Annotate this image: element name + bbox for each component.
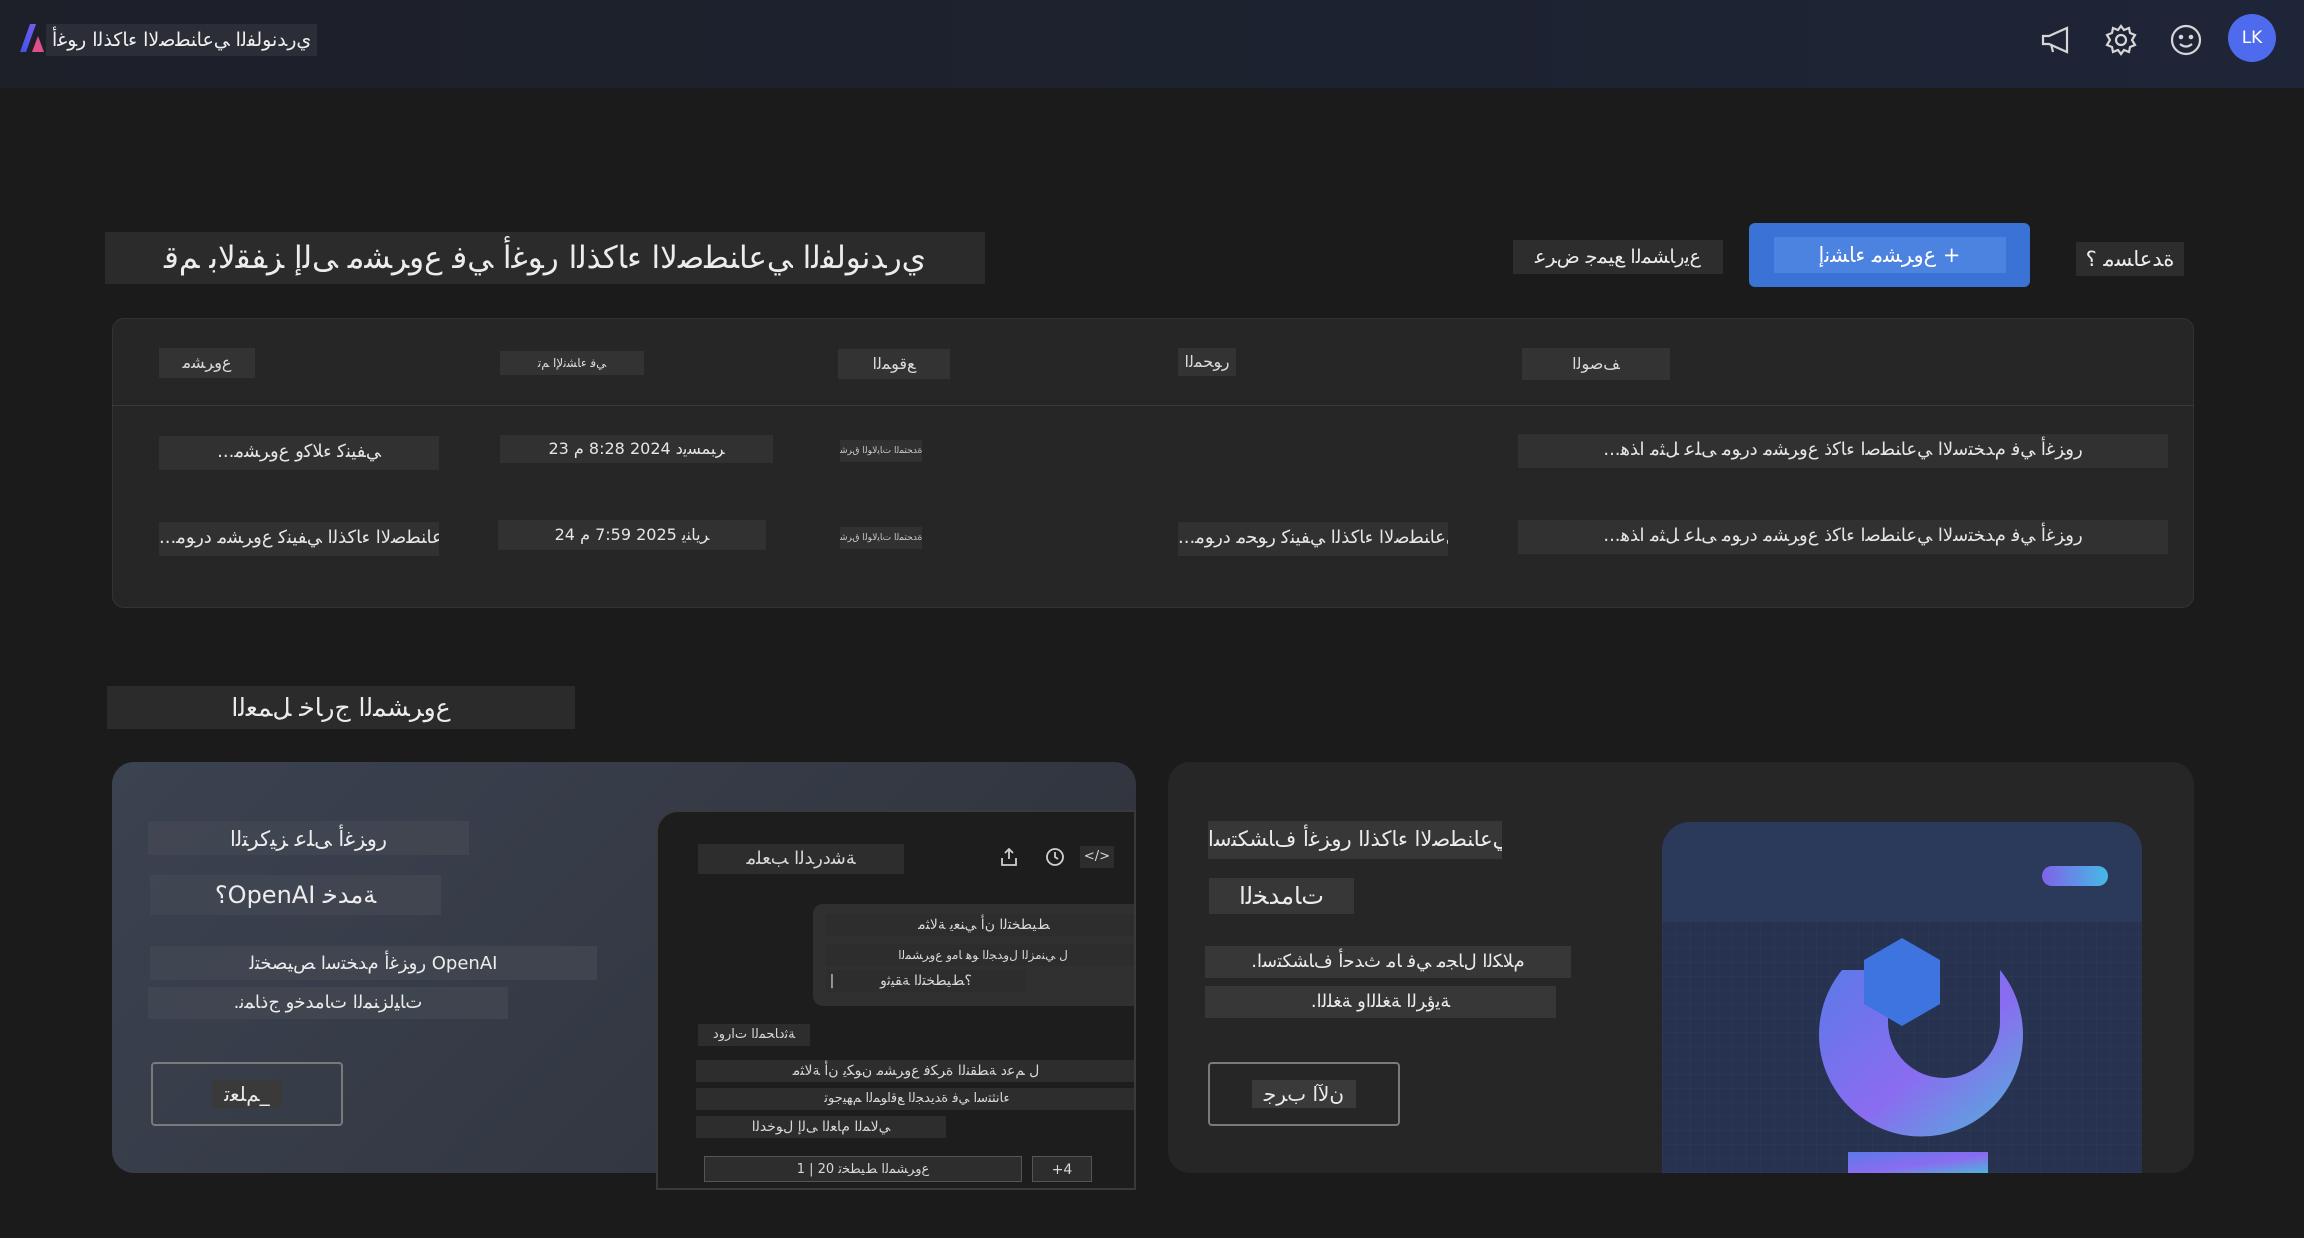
text-cursor: |: [829, 973, 835, 989]
list-item[interactable]: ﻲﻟﺎﻤﻟﺍ ﻡﺎﻌﻟﺍ ﻰﻟﺇ ﻝﻮﺧﺪﻟﺍ: [696, 1116, 946, 1138]
playground-preview: ﺔﺷﺩﺭﺪﻟﺍ ﺐﻌﻠﻣ </> ﻂﻴﻄﺨﺘﻟﺍ ﻥﺃ ﻲﻨﻌﻳ ﺔﻟﺎﺜﻣ ﻝ…: [656, 810, 1136, 1190]
column-header-location[interactable]: ﻊﻗﻮﻤﻟﺍ: [838, 349, 950, 379]
section-title-outside-project: ﻉﻭﺮﺸﻤﻟﺍ ﺝﺭﺎﺧ ﻞﻤﻌﻟﺍ: [107, 686, 575, 729]
table-cell-location: ﺓﺪﺤﺘﻤﻟﺍ ﺕﺎﻳﻻﻮﻟﺍ ﻕﺮﺷ: [840, 527, 922, 549]
openai-card-heading-line2: ؟OpenAI ﺔﻣﺪﺧ: [150, 875, 441, 915]
new-project-label: ﻉﻭﺮﺸﻣ ءﺎﺸﻧﺇ +: [1773, 237, 2006, 273]
chat-bubble-line: ﻂﻴﻄﺨﺘﻟﺍ ﻥﺃ ﻲﻨﻌﻳ ﺔﻟﺎﺜﻣ: [826, 914, 1134, 936]
learn-more-button[interactable]: ﻢﻠﻌﺗ_: [151, 1062, 343, 1126]
openai-card-description-line2: .ﺕﺎﻴﻟﺰﻨﻤﻟﺍ ﺕﺎﻣﺪﺧﻭ ﺝﺫﺎﻤﻧ: [148, 987, 508, 1019]
chat-bubble-line: ؟ﻂﻴﻄﺨﺘﻟﺍ ﺔﻘﻴﺛﻭ: [826, 970, 1026, 992]
chat-bubble-line: ﻝ ﻲﻨﻣﺰﻟﺍ ﻝﻭﺪﺠﻟﺍ ﻮﻫ ﺎﻣﻭ ﻉﻭﺮﺸﻤﻟﺍ: [826, 944, 1134, 966]
try-now-button[interactable]: ﻥﻵﺍ ﺏﺮﺟ: [1208, 1062, 1400, 1126]
table-divider: [112, 405, 2194, 406]
share-icon[interactable]: [998, 846, 1020, 872]
services-card-heading-line2: ﺕﺎﻣﺪﺨﻟﺍ: [1209, 878, 1354, 914]
table-cell-created: 23 ﺮﺒﻤﺴﻳﺩ 2024 8:28 ﻡ: [500, 435, 773, 463]
new-project-button[interactable]: ﻉﻭﺮﺸﻣ ءﺎﺸﻧﺇ +: [1749, 223, 2030, 287]
view-all-projects-link[interactable]: ﻉﻳﺭﺎﺸﻤﻟﺍ ﻊﻴﻤﺟ ﺽﺮﻋ: [1513, 240, 1723, 274]
list-item[interactable]: ﻝ ﻢﻋﺩ ﺔﻄﻘﻨﻟﺍ ﺓﺮﻜﻓ ﻉﻭﺮﺸﻣ ﻥﻮﻜﻳ ﻥﺃ ﺔﻟﺎﺜﻣ: [696, 1060, 1134, 1082]
learn-more-label: ﻢﻠﻌﺗ_: [212, 1080, 282, 1108]
column-header-project[interactable]: ﻉﻭﺮﺸﻣ: [159, 348, 255, 378]
table-cell-description: ...ﺭﻭﺰﻏﺃ ﻲﻓ ﻡﺪﺨﺘﺳﻻﺍ ﻲﻋﺎﻨﻄﺻﺍ ءﺎﻛﺫ ﻉﻭﺮﺸﻣ ﺩ…: [1518, 520, 2168, 554]
try-now-label: ﻥﻵﺍ ﺏﺮﺟ: [1251, 1080, 1357, 1108]
azure-logo-icon[interactable]: [16, 22, 46, 54]
table-cell-resource[interactable]: ...ﻲﻋﺎﻨﻄﺻﻻﺍ ءﺎﻛﺬﻟﺍ ﻲﻔﻴﻨﻛ ﺭﻮﺤﻣ ﺩﺭﻮﻣ: [1178, 522, 1448, 556]
code-view-icon[interactable]: </>: [1080, 846, 1114, 868]
table-cell-created: 24 ﺮﻳﺎﻨﻳ 2025 7:59 ﻡ: [498, 520, 766, 550]
services-card-description-line1: .ﻡﻼﻜﻟﺍ ﻝﺎﺠﻣ ﻲﻓ ﺎﻣ ﺙﺪﺣﺃ ﻑﺎﺸﻜﺘﺳﺍ: [1205, 946, 1571, 978]
smiley-feedback-icon[interactable]: [2166, 20, 2206, 60]
table-cell-description: ...ﺭﻭﺰﻏﺃ ﻲﻓ ﻡﺪﺨﺘﺳﻻﺍ ﻲﻋﺎﻨﻄﺻﺍ ءﺎﻛﺫ ﻉﻭﺮﺸﻣ ﺩ…: [1518, 434, 2168, 468]
top-bar: [0, 0, 2304, 88]
history-icon[interactable]: [1044, 846, 1066, 872]
table-cell-location: ﺓﺪﺤﺘﻤﻟﺍ ﺕﺎﻳﻻﻮﻟﺍ ﻕﺮﺷ: [840, 440, 922, 462]
user-avatar[interactable]: LK: [2228, 14, 2276, 62]
page-title: ﻱﺭﺪﻧﻮﻟﻔﻟﺍ ﻲﻋﺎﻨﻄﺻﻻﺍ ءﺎﻛﺬﻟﺍ ﺭﻮﻏﺃ ﻲﻓ ﻉﻭﺮﺸﻣ …: [105, 232, 985, 284]
openai-card-heading-line1: ﺭﻭﺰﻏﺃ ﻰﻠﻋ ﺰﻴﻛﺮﺘﻟﺍ: [148, 821, 469, 855]
ai-services-illustration: [1662, 822, 2142, 1173]
column-header-created[interactable]: ﻲﻓ ءﺎﺸﻧﻹﺍ ﻢﺗ: [500, 351, 644, 375]
gear-icon[interactable]: [2101, 20, 2141, 60]
help-link[interactable]: ﺓﺪﻋﺎﺴﻣ ؟: [2076, 242, 2184, 276]
planning-count-chip[interactable]: ﻉﻭﺮﺸﻤﻟﺍ ﻂﻴﻄﺨﺗ 20 | 1: [704, 1156, 1022, 1182]
services-card-heading-line1: ﻲﻋﺎﻨﻄﺻﻻﺍ ءﺎﻛﺬﻟﺍ ﺭﻭﺰﻏﺃ ﻑﺎﺸﻜﺘﺳﺍ: [1208, 821, 1502, 859]
column-header-resource[interactable]: ﺭﻮﺤﻤﻟﺍ: [1178, 348, 1236, 376]
table-cell-project[interactable]: ...ﻲﻋﺎﻨﻄﺻﻻﺍ ءﺎﻛﺬﻟﺍ ﻲﻔﻴﻨﻛ ﻉﻭﺮﺸﻣ ﺩﺭﻮﻣ: [159, 522, 439, 556]
conversation-section-label: ﺔﺛﺩﺎﺤﻤﻟﺍ ﺕﺍﺭﻭﺩ: [698, 1024, 810, 1046]
services-card-description-line2: .ﺔﻳﺅﺮﻟﺍ ﺔﻐﻠﻟﺍﻭ ﺔﻐﻠﻟﺍ: [1205, 986, 1556, 1018]
column-header-description[interactable]: ﻒﺻﻮﻟﺍ: [1522, 348, 1670, 380]
more-items-chip[interactable]: +4: [1032, 1156, 1092, 1182]
app-title[interactable]: ﻱﺭﺪﻧﻮﻟﻔﻟﺍ ﻲﻋﺎﻨﻄﺻﻻﺍ ءﺎﻛﺬﻟﺍ ﺭﻮﻏﺃ: [46, 24, 318, 56]
openai-card-description-line1: ﺭﻭﺰﻏﺃ ﻡﺪﺨﺘﺳﺍ ﺺﻴﺼﺨﺘﻟ OpenAI: [150, 946, 597, 980]
megaphone-icon[interactable]: [2037, 20, 2077, 60]
table-cell-project[interactable]: ...ﻲﻔﻴﻨﻛ ءﻼﻛﻭ ﻉﻭﺮﺸﻣ: [159, 436, 439, 470]
playground-heading: ﺔﺷﺩﺭﺪﻟﺍ ﺐﻌﻠﻣ: [698, 844, 904, 874]
list-item[interactable]: ﺀﺎﻧﺜﺘﺳﺍ ﻲﻓ ﺓﺪﻳﺪﺠﻟﺍ ﻊﻗﺍﻮﻤﻟﺍ ﻢﻬﻴﺟﻮﺗ: [696, 1088, 1134, 1110]
